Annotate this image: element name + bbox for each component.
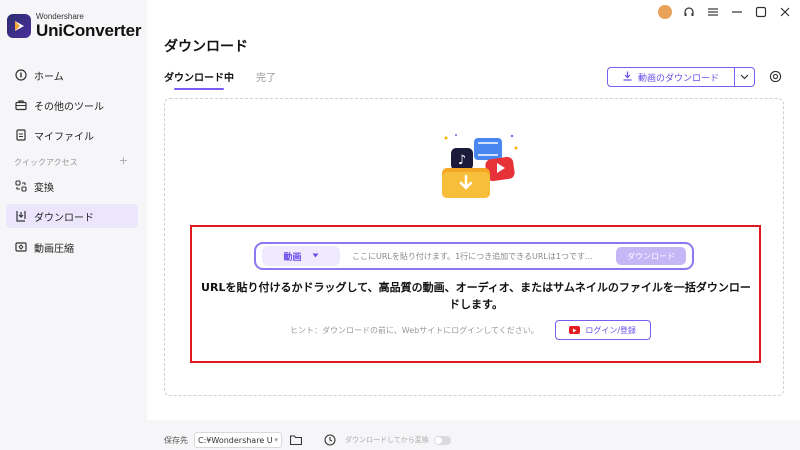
video-download-button[interactable]: 動画のダウンロード: [607, 67, 735, 87]
sidebar-item-download[interactable]: ダウンロード: [6, 204, 138, 228]
caret-down-icon: [312, 251, 319, 261]
login-hint-row: ヒント：ダウンロードの前に、Webサイトにログインしてください。 ログイン/登録: [290, 320, 651, 340]
sidebar-item-home[interactable]: ホーム: [6, 63, 138, 87]
youtube-icon: [569, 326, 581, 334]
sidebar: Wondershare UniConverter ホーム その他のツール マイフ…: [0, 0, 147, 450]
download-icon: [14, 210, 27, 223]
brand: Wondershare UniConverter: [7, 13, 141, 39]
convert-after-download-label: ダウンロードしてから変換: [345, 436, 429, 444]
url-download-button[interactable]: ダウンロード: [616, 247, 686, 265]
sidebar-item-tools[interactable]: その他のツール: [6, 93, 138, 117]
download-arrow-icon: [623, 71, 632, 84]
download-tabs: ダウンロード中 完了: [164, 69, 276, 90]
chevron-down-icon: ▾: [274, 436, 278, 444]
app-logo-icon: [7, 14, 31, 38]
file-icon: [14, 129, 27, 142]
close-icon[interactable]: [778, 5, 792, 19]
convert-icon: [14, 180, 27, 193]
url-input[interactable]: [352, 246, 616, 266]
sidebar-item-label: マイファイル: [34, 131, 94, 143]
video-download-label: 動画のダウンロード: [637, 73, 719, 84]
clock-icon[interactable]: [324, 434, 336, 446]
menu-icon[interactable]: [706, 5, 720, 19]
toolbox-icon: [14, 99, 27, 112]
download-media-illustration-icon: ♪: [434, 132, 520, 206]
quick-access-header: クイックアクセス +: [14, 155, 128, 168]
sidebar-item-label: ホーム: [34, 71, 64, 83]
brand-product: UniConverter: [36, 21, 142, 40]
page-title: ダウンロード: [164, 39, 248, 55]
minimize-icon[interactable]: [730, 5, 744, 19]
headset-icon[interactable]: [682, 5, 696, 19]
save-location-label: 保存先: [164, 435, 188, 445]
save-location-row: 保存先 C:¥Wondershare U ▾ ダウンロードしてから変換: [164, 432, 451, 448]
drop-instruction-text: URLを貼り付けるかドラッグして、高品質の動画、オーディオ、またはサムネイルのフ…: [201, 281, 751, 311]
save-path-value: C:¥Wondershare U: [198, 435, 273, 445]
maximize-icon[interactable]: [754, 5, 768, 19]
folder-icon[interactable]: [289, 435, 303, 446]
sidebar-item-label: ダウンロード: [34, 212, 94, 224]
sidebar-item-label: 動画圧縮: [34, 243, 74, 255]
sidebar-item-my-files[interactable]: マイファイル: [6, 123, 138, 147]
sidebar-item-label: その他のツール: [34, 101, 104, 113]
settings-gear-icon[interactable]: [767, 68, 783, 84]
compress-icon: [14, 241, 27, 254]
add-quick-access-button[interactable]: +: [119, 155, 128, 168]
sidebar-item-label: 変換: [34, 182, 54, 194]
sidebar-item-convert[interactable]: 変換: [6, 174, 138, 198]
video-download-button-group: 動画のダウンロード: [607, 67, 755, 87]
convert-after-download-toggle[interactable]: [433, 435, 451, 445]
chevron-down-icon[interactable]: [735, 67, 755, 87]
window-controls: [658, 5, 792, 19]
home-icon: [14, 69, 27, 82]
save-path-select[interactable]: C:¥Wondershare U ▾: [194, 432, 282, 448]
login-hint-text: ヒント：ダウンロードの前に、Webサイトにログインしてください。: [290, 325, 539, 335]
login-register-label: ログイン/登録: [585, 325, 637, 335]
sidebar-item-compress[interactable]: 動画圧縮: [6, 235, 138, 259]
tab-downloading[interactable]: ダウンロード中: [164, 69, 234, 90]
media-type-label: 動画: [283, 252, 302, 263]
svg-text:♪: ♪: [458, 153, 466, 168]
avatar-icon[interactable]: [658, 5, 672, 19]
media-type-select[interactable]: 動画: [262, 246, 340, 266]
tab-completed[interactable]: 完了: [256, 69, 276, 90]
url-input-bar: 動画 ダウンロード: [254, 242, 694, 270]
brand-company: Wondershare: [36, 12, 84, 21]
quick-access-label: クイックアクセス: [14, 158, 78, 167]
login-register-button[interactable]: ログイン/登録: [554, 320, 651, 340]
